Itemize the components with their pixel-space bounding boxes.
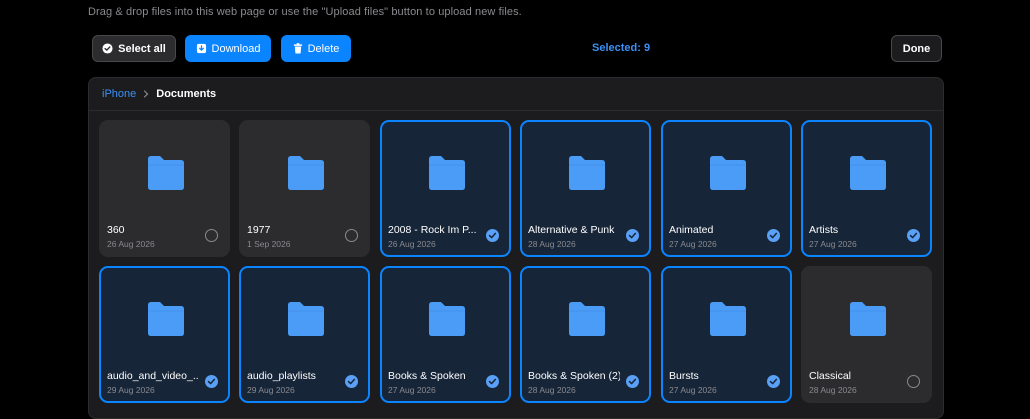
folder-date: 27 Aug 2026	[809, 239, 857, 249]
folder-tile[interactable]: Animated 27 Aug 2026	[661, 120, 792, 257]
download-label: Download	[211, 42, 261, 55]
file-browser-panel: iPhone Documents 360 26 Aug 2026 1977 1 Sep…	[88, 77, 944, 419]
folder-tile[interactable]: Bursts 27 Aug 2026	[661, 266, 792, 403]
folder-name: Books & Spoken (2)	[528, 370, 620, 382]
folder-date: 27 Aug 2026	[669, 239, 717, 249]
trash-icon	[293, 43, 302, 54]
checked-circle-icon[interactable]	[626, 229, 639, 242]
folder-date: 1 Sep 2026	[247, 239, 291, 249]
folder-icon	[710, 302, 746, 336]
folder-date: 29 Aug 2026	[247, 385, 295, 395]
select-all-label: Select all	[118, 42, 166, 55]
folder-icon	[429, 156, 465, 190]
checked-circle-icon[interactable]	[486, 229, 499, 242]
checked-circle-icon[interactable]	[345, 375, 358, 388]
folder-name: Books & Spoken	[388, 370, 466, 382]
folder-name: Bursts	[669, 370, 699, 382]
folder-date: 27 Aug 2026	[669, 385, 717, 395]
folder-name: 360	[107, 224, 125, 236]
folder-tile[interactable]: Artists 27 Aug 2026	[801, 120, 932, 257]
folder-name: Classical	[809, 370, 852, 382]
folder-icon	[148, 156, 184, 190]
folder-icon	[288, 302, 324, 336]
folder-name: 1977	[247, 224, 271, 236]
folder-name: Alternative & Punk	[528, 224, 615, 236]
folder-icon	[850, 302, 886, 336]
breadcrumb-root-link[interactable]: iPhone	[102, 88, 136, 100]
folder-date: 28 Aug 2026	[528, 385, 576, 395]
delete-button[interactable]: Delete	[281, 35, 351, 62]
folder-name: Animated	[669, 224, 714, 236]
checked-circle-icon[interactable]	[767, 375, 780, 388]
checked-circle-icon[interactable]	[767, 229, 780, 242]
selected-count: Selected: 9	[592, 42, 651, 54]
checked-circle-icon[interactable]	[205, 375, 218, 388]
download-button[interactable]: Download	[185, 35, 271, 62]
folder-date: 26 Aug 2026	[388, 239, 436, 249]
folder-tile[interactable]: audio_and_video_... 29 Aug 2026	[99, 266, 230, 403]
check-circle-icon	[102, 43, 113, 54]
folder-tile[interactable]: Alternative & Punk 28 Aug 2026	[520, 120, 651, 257]
folder-date: 29 Aug 2026	[107, 385, 155, 395]
folder-icon	[569, 156, 605, 190]
folder-date: 28 Aug 2026	[528, 239, 576, 249]
folder-tile[interactable]: Classical 28 Aug 2026	[801, 266, 932, 403]
folder-tile[interactable]: Books & Spoken 27 Aug 2026	[380, 266, 511, 403]
folder-icon	[710, 156, 746, 190]
done-button[interactable]: Done	[891, 35, 942, 62]
checked-circle-icon[interactable]	[626, 375, 639, 388]
folder-date: 28 Aug 2026	[809, 385, 857, 395]
folder-icon	[148, 302, 184, 336]
folder-date: 26 Aug 2026	[107, 239, 155, 249]
folder-name: audio_playlists	[247, 370, 316, 382]
download-icon	[196, 43, 206, 54]
checked-circle-icon[interactable]	[486, 375, 499, 388]
folder-name: Artists	[809, 224, 839, 236]
folder-icon	[288, 156, 324, 190]
breadcrumb: iPhone Documents	[89, 78, 943, 111]
select-all-button[interactable]: Select all	[92, 35, 176, 62]
checked-circle-icon[interactable]	[907, 229, 920, 242]
folder-tile[interactable]: 360 26 Aug 2026	[99, 120, 230, 257]
folder-name: 2008 - Rock Im P...	[388, 224, 477, 236]
delete-label: Delete	[307, 42, 340, 55]
chevron-right-icon	[144, 90, 149, 98]
folder-date: 27 Aug 2026	[388, 385, 436, 395]
folder-icon	[429, 302, 465, 336]
folder-name: audio_and_video_...	[107, 370, 199, 382]
toolbar: Select all Download Delete Selected: 9 D…	[0, 35, 1030, 62]
upload-hint: Drag & drop files into this web page or …	[88, 6, 522, 18]
folder-tile[interactable]: 1977 1 Sep 2026	[239, 120, 370, 257]
folder-icon	[569, 302, 605, 336]
folder-icon	[850, 156, 886, 190]
breadcrumb-current: Documents	[156, 88, 217, 100]
unchecked-circle-icon[interactable]	[907, 375, 920, 388]
folder-tile[interactable]: audio_playlists 29 Aug 2026	[239, 266, 370, 403]
folder-tile[interactable]: Books & Spoken (2) 28 Aug 2026	[520, 266, 651, 403]
unchecked-circle-icon[interactable]	[345, 229, 358, 242]
folder-tile[interactable]: 2008 - Rock Im P... 26 Aug 2026	[380, 120, 511, 257]
unchecked-circle-icon[interactable]	[205, 229, 218, 242]
